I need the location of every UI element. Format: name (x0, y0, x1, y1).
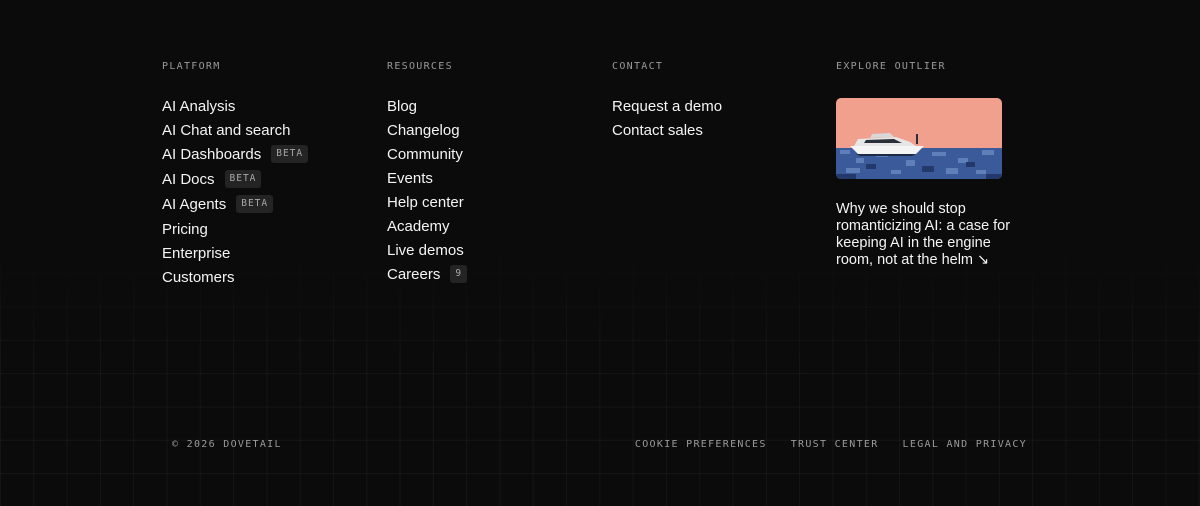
boat-hull (850, 146, 924, 154)
platform-column: PLATFORM AI Analysis AI Chat and search … (162, 61, 309, 293)
platform-heading: PLATFORM (162, 61, 221, 72)
resources-link-careers[interactable]: Careers 9 (387, 265, 468, 290)
resources-column: RESOURCES Blog Changelog Community Event… (387, 61, 468, 290)
resources-link-academy[interactable]: Academy (387, 218, 467, 242)
platform-link-ai-docs[interactable]: AI Docs BETA (162, 170, 308, 196)
platform-link-customers[interactable]: Customers (162, 269, 308, 293)
platform-link-ai-chat[interactable]: AI Chat and search (162, 122, 308, 146)
legal-privacy-link[interactable]: LEGAL AND PRIVACY (903, 439, 1027, 450)
resources-heading: RESOURCES (387, 61, 453, 72)
contact-link-contact-sales[interactable]: Contact sales (612, 122, 722, 146)
footer-links: COOKIE PREFERENCES TRUST CENTER LEGAL AN… (635, 439, 1027, 450)
resources-link-live-demos[interactable]: Live demos (387, 242, 467, 266)
platform-link-ai-analysis[interactable]: AI Analysis (162, 98, 308, 122)
contact-link-request-demo[interactable]: Request a demo (612, 98, 722, 122)
platform-link-enterprise[interactable]: Enterprise (162, 245, 308, 269)
copyright-text: © 2026 DOVETAIL (172, 439, 282, 450)
article-link[interactable]: Why we should stop romanticizing AI: a c… (836, 201, 1011, 269)
careers-count-badge: 9 (450, 265, 468, 283)
resources-link-blog[interactable]: Blog (387, 98, 467, 122)
platform-link-ai-agents[interactable]: AI Agents BETA (162, 195, 308, 221)
contact-heading: CONTACT (612, 61, 664, 72)
platform-link-pricing[interactable]: Pricing (162, 221, 308, 245)
article-image-boat[interactable] (836, 98, 1002, 179)
explore-column: EXPLORE OUTLIER Why we should stop roman… (836, 61, 1011, 269)
beta-badge: BETA (236, 195, 274, 213)
resources-link-events[interactable]: Events (387, 170, 467, 194)
beta-badge: BETA (271, 145, 309, 163)
contact-column: CONTACT Request a demo Contact sales (612, 61, 722, 146)
platform-link-ai-dashboards[interactable]: AI Dashboards BETA (162, 145, 309, 171)
cookie-preferences-link[interactable]: COOKIE PREFERENCES (635, 439, 767, 450)
explore-heading: EXPLORE OUTLIER (836, 61, 946, 72)
beta-badge: BETA (224, 170, 262, 188)
boat-figure (916, 134, 918, 144)
resources-link-help-center[interactable]: Help center (387, 194, 467, 218)
trust-center-link[interactable]: TRUST CENTER (791, 439, 879, 450)
resources-link-community[interactable]: Community (387, 146, 467, 170)
resources-link-changelog[interactable]: Changelog (387, 122, 467, 146)
